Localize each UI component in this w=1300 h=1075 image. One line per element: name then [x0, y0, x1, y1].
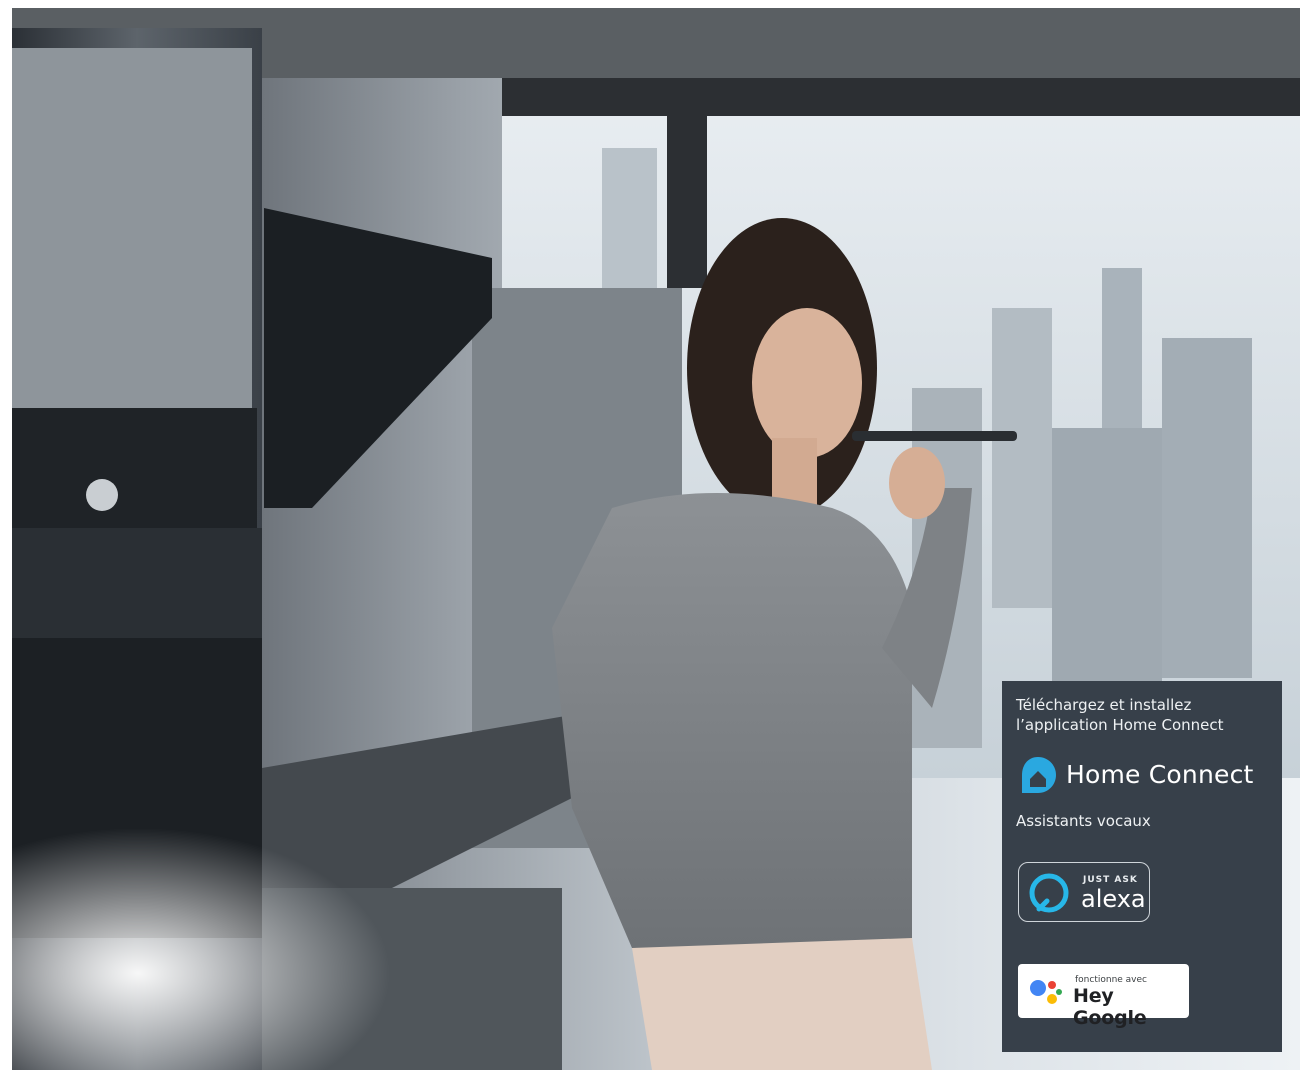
google-assistant-icon [1030, 980, 1062, 1004]
download-text: Téléchargez et installez l’application H… [1016, 695, 1272, 735]
alexa-badge[interactable]: JUST ASK alexa [1018, 862, 1150, 922]
voice-assistants-label: Assistants vocaux [1016, 812, 1151, 830]
google-hey-google: Hey Google [1073, 985, 1147, 1029]
alexa-just-ask: JUST ASK [1083, 875, 1138, 885]
alexa-word: alexa [1081, 885, 1146, 913]
home-connect-icon [1022, 757, 1056, 793]
download-text-line2: l’application Home Connect [1016, 716, 1224, 734]
home-connect-wordmark: Home Connect [1066, 760, 1254, 789]
alexa-ring-icon [1029, 873, 1069, 913]
google-works-with: fonctionne avec [1075, 975, 1147, 985]
download-text-line1: Téléchargez et installez [1016, 696, 1192, 714]
home-connect-panel: Téléchargez et installez l’application H… [1002, 681, 1282, 1052]
hey-google-badge[interactable]: fonctionne avec Hey Google [1018, 964, 1189, 1029]
home-connect-logo[interactable]: Home Connect [1018, 755, 1278, 797]
